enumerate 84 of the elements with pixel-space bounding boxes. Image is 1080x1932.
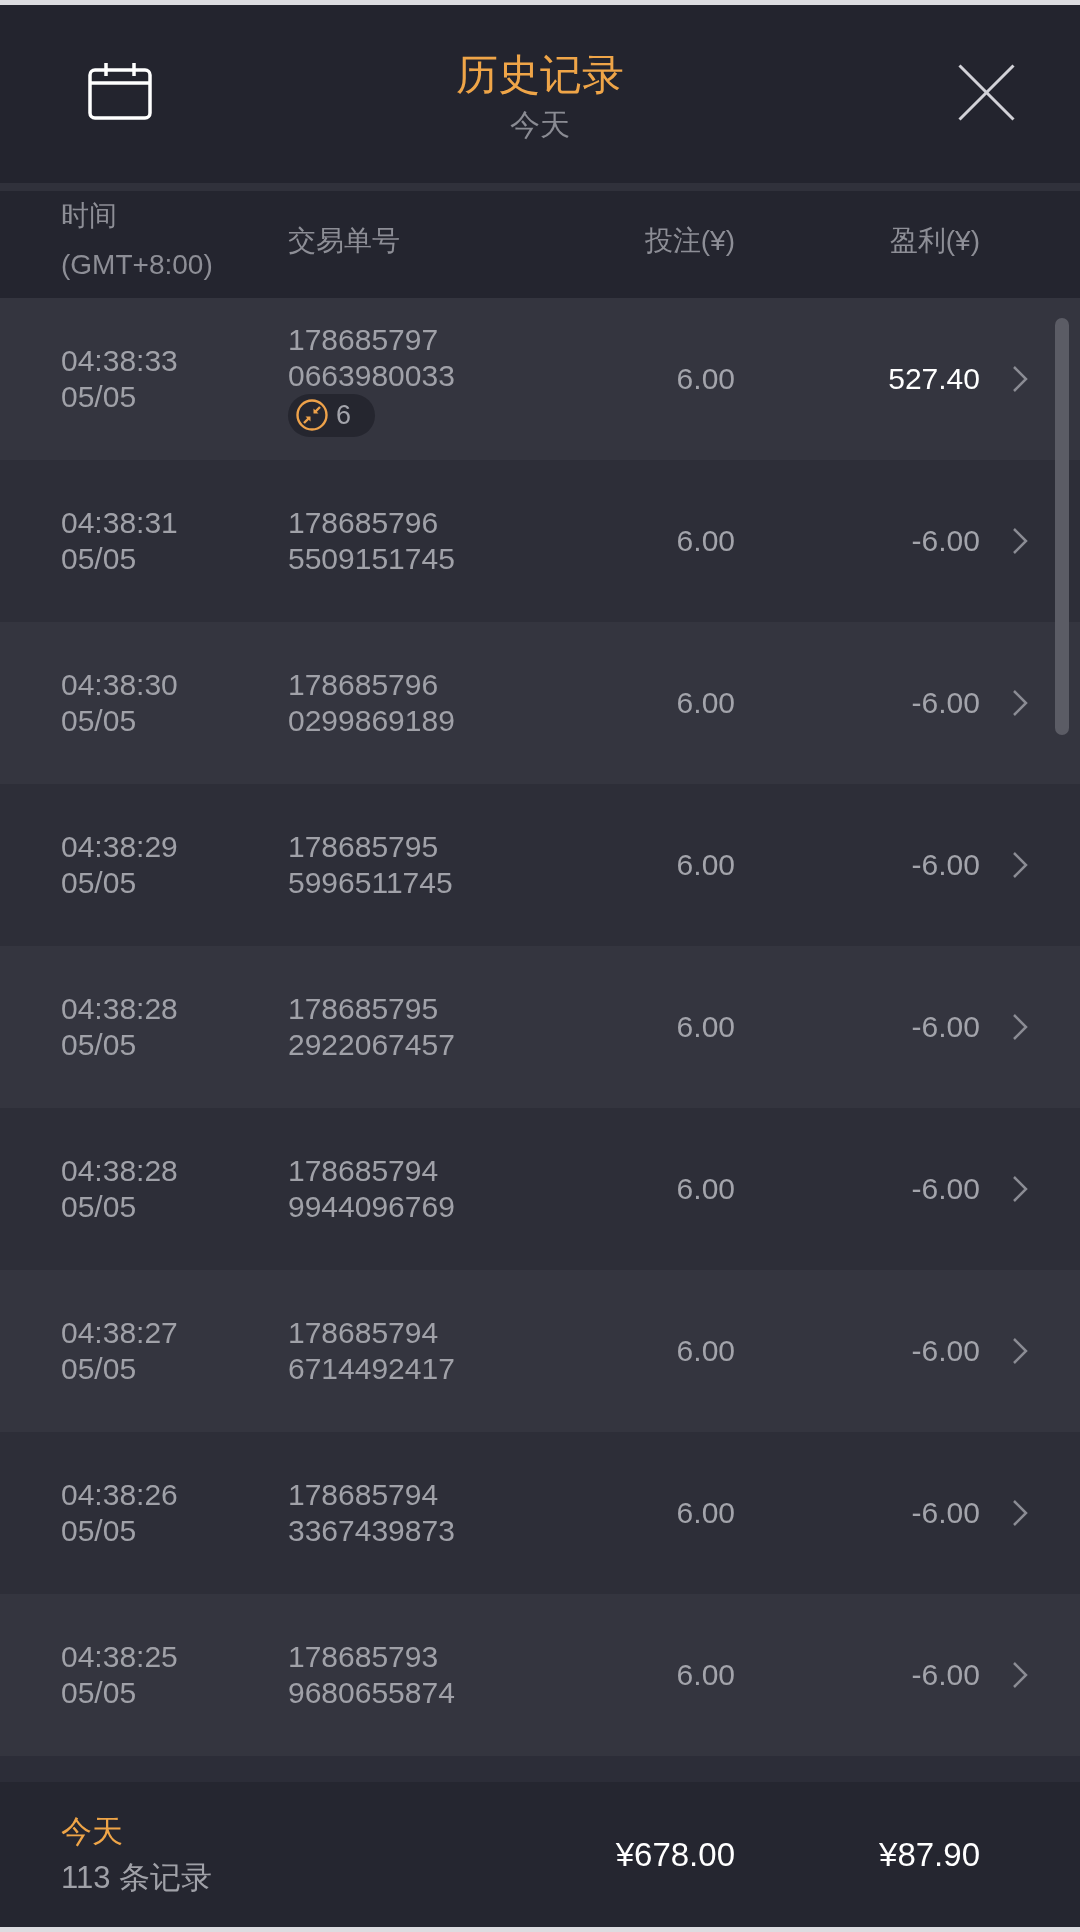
total-profit: ¥87.90 (879, 1834, 980, 1875)
date-text: 05/05 (61, 1675, 137, 1711)
date-text: 05/05 (61, 541, 137, 577)
badge-count-text: 6 (336, 399, 352, 431)
chevron-right-icon (1012, 1175, 1028, 1203)
history-row[interactable]: 04:38:25 05/05 178685793 9680655874 6.00 -6.00 (0, 1594, 1080, 1756)
date-text: 05/05 (61, 865, 137, 901)
order-number-text: 178685793 (288, 1639, 439, 1675)
column-header: 投注(¥) (644, 223, 735, 258)
date-range-text: 今天 (510, 107, 570, 143)
bet-amount: 6.00 (676, 361, 735, 397)
time-text: 04:38:28 (61, 991, 178, 1027)
arrows-inward-circle-icon (296, 399, 328, 431)
page-title: 历史记录 (456, 50, 624, 100)
column-header: 盈利(¥) (889, 223, 980, 258)
history-row[interactable]: 04:38:30 05/05 178685796 0299869189 6.00 -6.00 (0, 622, 1080, 784)
record-count: 113 条记录 (61, 1858, 213, 1897)
bet-amount: 6.00 (676, 1333, 735, 1369)
calendar-icon[interactable] (88, 62, 152, 120)
scrollbar-thumb[interactable] (1055, 318, 1069, 735)
profit-amount: -6.00 (911, 1333, 980, 1369)
order-number-text: 178685794 (288, 1477, 439, 1513)
time-text: 04:38:26 (61, 1477, 178, 1513)
column-header-note: (GMT+8:00) (61, 248, 213, 282)
profit-amount: -6.00 (911, 1657, 980, 1693)
profit-amount: -6.00 (911, 685, 980, 721)
profit-amount: -6.00 (911, 847, 980, 883)
order-number-text: 5509151745 (288, 541, 455, 577)
column-header: 时间 (61, 199, 117, 233)
history-row[interactable]: 04:38:28 05/05 178685795 2922067457 6.00 -6.00 (0, 946, 1080, 1108)
order-number-text: 178685795 (288, 829, 439, 865)
order-number-text: 5996511745 (288, 865, 453, 901)
total-bet: ¥678.00 (615, 1834, 735, 1875)
close-icon[interactable] (958, 64, 1015, 121)
chevron-right-icon (1012, 527, 1028, 555)
bet-amount: 6.00 (676, 1657, 735, 1693)
order-number-text: 3367439873 (288, 1513, 455, 1549)
date-text: 05/05 (61, 1027, 137, 1063)
order-number-text: 0663980033 (288, 357, 455, 394)
time-text: 04:38:30 (61, 667, 178, 703)
time-text: 04:38:29 (61, 829, 178, 865)
date-text: 05/05 (61, 379, 137, 415)
profit-amount: 527.40 (888, 361, 980, 397)
chevron-right-icon (1012, 689, 1028, 717)
profit-amount: -6.00 (911, 1495, 980, 1531)
bet-amount: 6.00 (676, 847, 735, 883)
bet-amount: 6.00 (676, 523, 735, 559)
chevron-right-icon (1012, 1013, 1028, 1041)
column-header: 交易单号 (288, 223, 400, 258)
bet-amount: 6.00 (676, 685, 735, 721)
period-label: 今天 (61, 1812, 123, 1851)
profit-amount: -6.00 (911, 523, 980, 559)
order-number-text: 178685797 (288, 321, 439, 358)
date-text: 05/05 (61, 1513, 137, 1549)
profit-amount: -6.00 (911, 1009, 980, 1045)
profit-amount: -6.00 (911, 1171, 980, 1207)
order-number-text: 2922067457 (288, 1027, 455, 1063)
order-number-text: 178685796 (288, 667, 439, 703)
time-text: 04:38:27 (61, 1315, 178, 1351)
time-text: 04:38:25 (61, 1639, 178, 1675)
date-text: 05/05 (61, 703, 137, 739)
bet-amount: 6.00 (676, 1171, 735, 1207)
order-number-text: 178685796 (288, 505, 439, 541)
order-number-text: 178685795 (288, 991, 439, 1027)
time-text: 04:38:28 (61, 1153, 178, 1189)
order-number-text: 9680655874 (288, 1675, 455, 1711)
chevron-right-icon (1012, 1499, 1028, 1527)
chevron-right-icon (1012, 1661, 1028, 1689)
order-number-text: 178685794 (288, 1153, 439, 1189)
order-number-text: 9944096769 (288, 1189, 455, 1225)
date-text: 05/05 (61, 1351, 137, 1387)
time-text: 04:38:31 (61, 505, 178, 541)
order-number-text: 6714492417 (288, 1351, 455, 1387)
bet-amount: 6.00 (676, 1495, 735, 1531)
history-row[interactable]: 04:38:27 05/05 178685794 6714492417 6.00 -6.00 (0, 1270, 1080, 1432)
chevron-right-icon (1012, 1337, 1028, 1365)
chevron-right-icon (1012, 365, 1028, 393)
date-text: 05/05 (61, 1189, 137, 1225)
order-number-text: 0299869189 (288, 703, 455, 739)
chevron-right-icon (1012, 851, 1028, 879)
bet-amount: 6.00 (676, 1009, 735, 1045)
history-row[interactable]: 04:38:33 05/05 178685797 0663980033 6 6.00 527.40 (0, 298, 1080, 460)
order-number-text: 178685794 (288, 1315, 439, 1351)
time-text: 04:38:33 (61, 343, 178, 379)
